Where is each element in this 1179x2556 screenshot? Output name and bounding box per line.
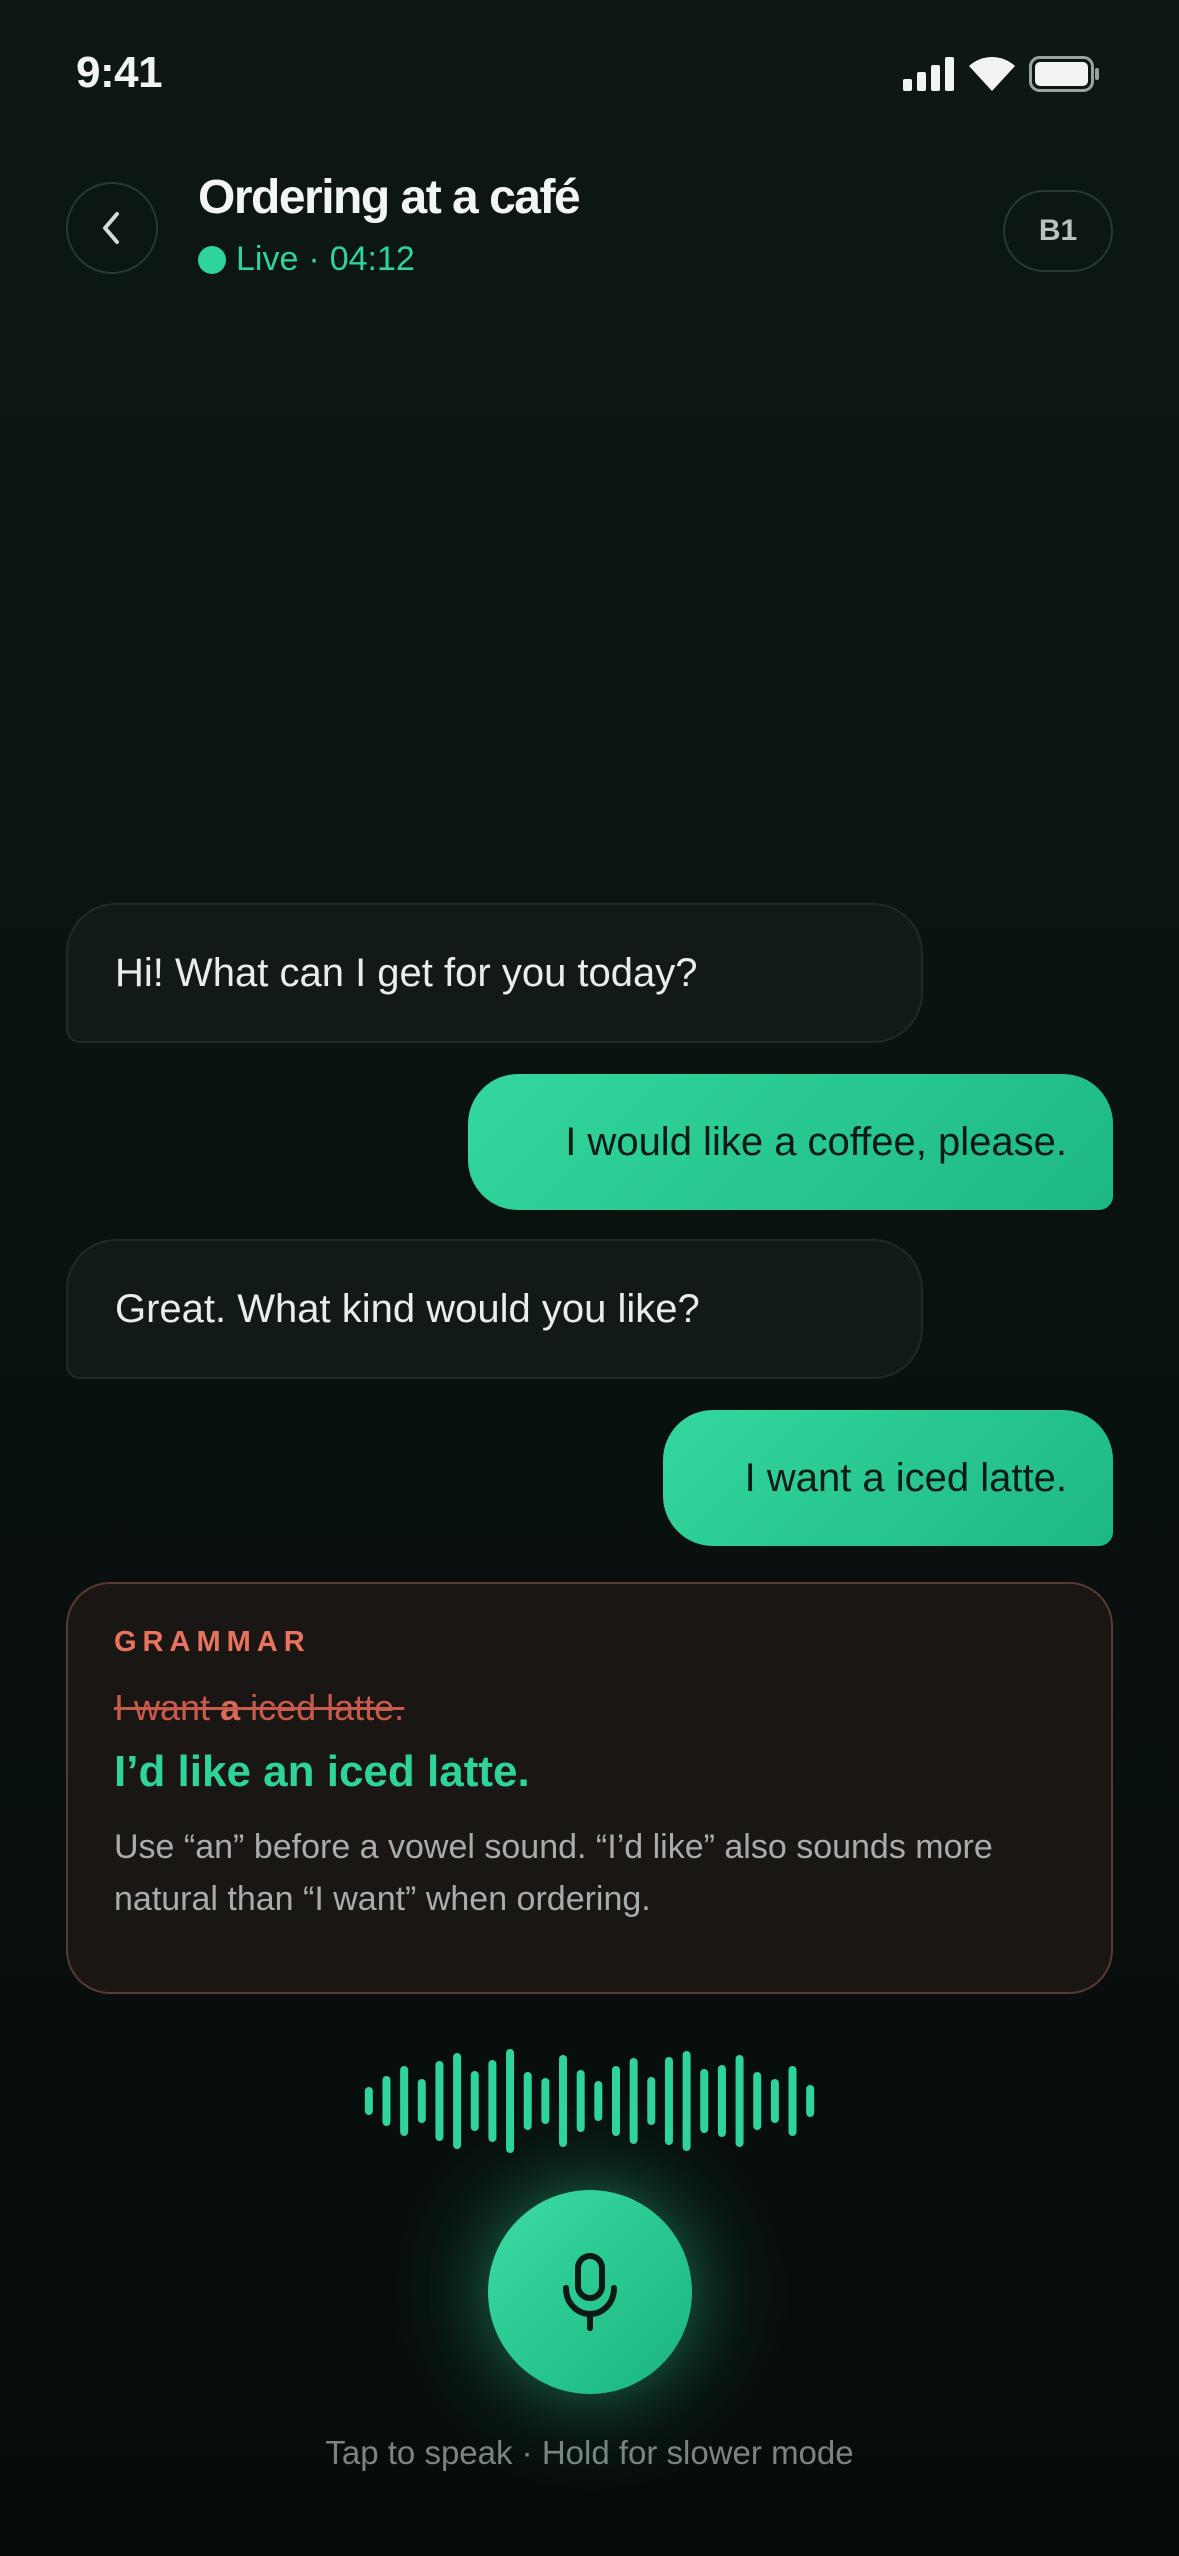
live-status: Live · 04:12 [198, 240, 415, 279]
waveform-bar [364, 2087, 373, 2115]
page-title: Ordering at a café [198, 171, 581, 224]
status-bar: 9:41 [0, 0, 1179, 150]
waveform-bar [806, 2085, 815, 2117]
live-label: Live [236, 240, 299, 278]
error-highlight: a [220, 1687, 241, 1728]
original-before: I want [114, 1687, 221, 1728]
corrected-sentence: I’d like an iced latte. [114, 1747, 530, 1796]
speak-hint: Tap to speak · Hold for slower mode [325, 2434, 854, 2471]
waveform-bar [788, 2066, 797, 2136]
chevron-left-icon [103, 212, 119, 244]
level-badge[interactable]: B1 [1003, 190, 1113, 272]
waveform-bar [400, 2066, 409, 2136]
message-text: Hi! What can I get for you today? [115, 950, 698, 995]
user-message: I want a iced latte. [663, 1410, 1113, 1546]
waveform-bar [753, 2072, 762, 2130]
live-dot-icon [198, 245, 226, 274]
explanation-line: Use “an” before a vowel sound. “I’d like… [114, 1828, 993, 1866]
microphone-button[interactable] [488, 2190, 692, 2394]
grammar-explanation: Use “an” before a vowel sound. “I’d like… [114, 1821, 1065, 1925]
back-button[interactable] [66, 182, 158, 274]
message-text: I would like a coffee, please. [565, 1119, 1067, 1164]
waveform-bar [417, 2079, 426, 2123]
grammar-label: GRAMMAR [114, 1626, 311, 1658]
explanation-line: natural than “I want” when ordering. [114, 1880, 651, 1918]
live-separator: · [308, 240, 320, 278]
cellular-signal-icon [903, 57, 954, 91]
tutor-message: Hi! What can I get for you today? [66, 903, 923, 1043]
message-text: I want a iced latte. [744, 1455, 1067, 1500]
original-after: iced latte. [240, 1687, 405, 1728]
tutor-message: Great. What kind would you like? [66, 1239, 923, 1379]
waveform-bar [382, 2076, 391, 2126]
message-text: Great. What kind would you like? [115, 1286, 700, 1331]
session-timer: 04:12 [329, 240, 415, 278]
user-message: I would like a coffee, please. [468, 1074, 1113, 1210]
status-icons [903, 56, 1101, 92]
grammar-feedback-card[interactable]: GRAMMAR I want a iced latte. I’d like an… [66, 1582, 1113, 1994]
status-time: 9:41 [76, 48, 163, 97]
original-sentence: I want a iced latte. [114, 1687, 1065, 1729]
microphone-icon [563, 2253, 617, 2331]
header: Ordering at a café Live · 04:12 B1 [0, 170, 1179, 300]
battery-icon [1029, 56, 1099, 92]
waveform-bar [770, 2079, 779, 2123]
wifi-icon [969, 57, 1015, 91]
